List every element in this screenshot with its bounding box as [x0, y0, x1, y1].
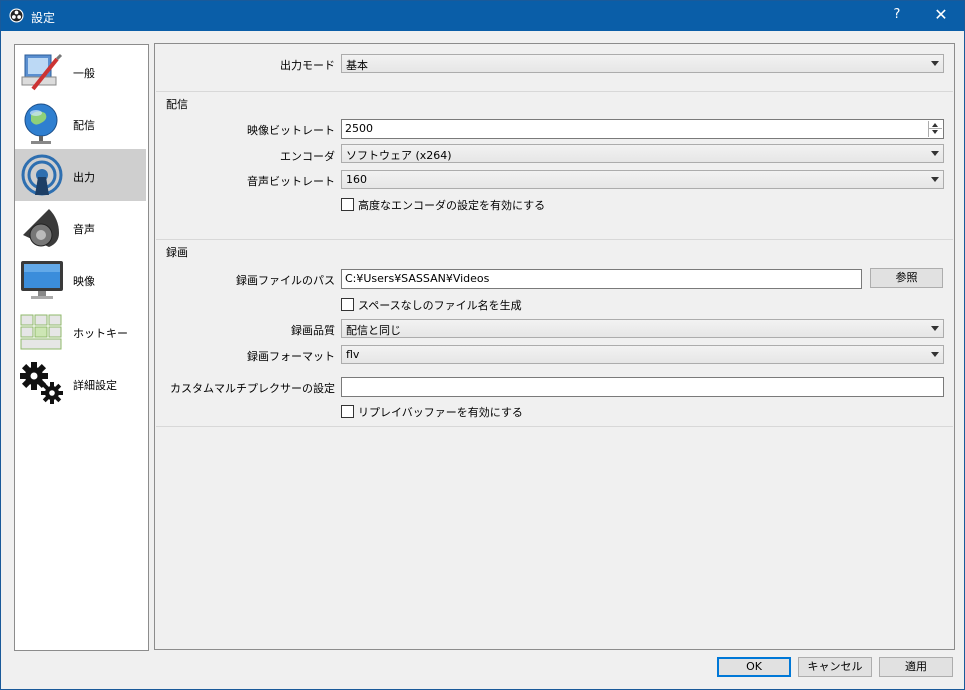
- sidebar-item-output[interactable]: 出力: [15, 149, 146, 201]
- recording-group-bottom-divider: [156, 426, 953, 427]
- video-bitrate-label: 映像ビットレート: [247, 124, 335, 137]
- recording-group-title: 録画: [166, 246, 188, 259]
- spinner-arrows-icon[interactable]: [928, 121, 942, 137]
- monitor-icon: [21, 261, 63, 299]
- ok-button[interactable]: OK: [717, 657, 791, 677]
- replay-buffer-checkbox[interactable]: リプレイバッファーを有効にする: [341, 404, 523, 420]
- output-mode-label: 出力モード: [280, 59, 335, 72]
- recording-path-value: C:¥Users¥SASSAN¥Videos: [345, 272, 490, 285]
- chevron-down-icon: [931, 177, 939, 182]
- sidebar-item-label: 一般: [73, 67, 95, 80]
- audio-bitrate-select[interactable]: 160: [341, 170, 944, 189]
- chevron-down-icon: [931, 326, 939, 331]
- stream-globe-icon: [24, 103, 58, 144]
- audio-bitrate-value: 160: [346, 173, 367, 186]
- sidebar-item-label: ホットキー: [73, 327, 128, 340]
- no-space-filename-label: スペースなしのファイル名を生成: [358, 299, 522, 312]
- advanced-encoder-label: 高度なエンコーダの設定を有効にする: [358, 199, 546, 212]
- no-space-filename-checkbox[interactable]: スペースなしのファイル名を生成: [341, 297, 522, 313]
- browse-button[interactable]: 参照: [870, 268, 943, 288]
- recording-path-label: 録画ファイルのパス: [236, 274, 335, 287]
- chevron-down-icon: [931, 151, 939, 156]
- recording-format-label: 録画フォーマット: [247, 350, 335, 363]
- sidebar-item-video[interactable]: 映像: [15, 253, 146, 305]
- output-mode-value: 基本: [346, 59, 368, 72]
- gears-icon: [20, 362, 63, 404]
- apply-button[interactable]: 適用: [879, 657, 953, 677]
- recording-format-select[interactable]: flv: [341, 345, 944, 364]
- general-icon: [21, 53, 63, 91]
- recording-path-input[interactable]: C:¥Users¥SASSAN¥Videos: [341, 269, 862, 289]
- encoder-value: ソフトウェア (x264): [346, 149, 452, 162]
- help-button[interactable]: ?: [885, 7, 909, 25]
- sidebar-item-hotkeys[interactable]: ホットキー: [15, 305, 146, 357]
- obs-app-icon: [9, 8, 24, 23]
- sidebar-item-stream[interactable]: 配信: [15, 97, 146, 149]
- audio-bitrate-label: 音声ビットレート: [247, 175, 335, 188]
- settings-window: 設定 ? ✕ 一般 配信 出力 音声 映像 ホットキー 詳細設定 出力モード 基…: [0, 0, 965, 690]
- sidebar-item-label: 配信: [73, 119, 95, 132]
- chevron-down-icon: [931, 61, 939, 66]
- checkbox-box[interactable]: [341, 405, 354, 418]
- recording-format-value: flv: [346, 348, 360, 361]
- encoder-label: エンコーダ: [280, 150, 335, 163]
- speaker-icon: [23, 209, 59, 247]
- recording-quality-value: 配信と同じ: [346, 324, 401, 337]
- sidebar-item-general[interactable]: 一般: [15, 45, 146, 97]
- streaming-group: 配信: [156, 91, 953, 238]
- output-settings-panel: 出力モード 基本 配信 映像ビットレート 2500 エンコーダ ソフトウェア (…: [154, 43, 955, 650]
- recording-quality-label: 録画品質: [291, 324, 335, 337]
- title-bar: 設定 ? ✕: [1, 1, 964, 31]
- settings-sidebar: 一般 配信 出力 音声 映像 ホットキー 詳細設定: [14, 44, 149, 651]
- recording-quality-select[interactable]: 配信と同じ: [341, 319, 944, 338]
- window-title: 設定: [31, 11, 56, 25]
- sidebar-item-label: 出力: [73, 171, 95, 184]
- sidebar-item-audio[interactable]: 音声: [15, 201, 146, 253]
- video-bitrate-value: 2500: [345, 122, 373, 135]
- sidebar-item-label: 映像: [73, 275, 95, 288]
- checkbox-box[interactable]: [341, 198, 354, 211]
- checkbox-box[interactable]: [341, 298, 354, 311]
- cancel-button[interactable]: キャンセル: [798, 657, 872, 677]
- output-mode-select[interactable]: 基本: [341, 54, 944, 73]
- muxer-settings-label: カスタムマルチプレクサーの設定: [170, 382, 335, 395]
- keyboard-icon: [20, 314, 62, 350]
- encoder-select[interactable]: ソフトウェア (x264): [341, 144, 944, 163]
- replay-buffer-label: リプレイバッファーを有効にする: [358, 406, 523, 419]
- sidebar-item-label: 詳細設定: [73, 379, 117, 392]
- advanced-encoder-checkbox[interactable]: 高度なエンコーダの設定を有効にする: [341, 197, 545, 213]
- streaming-group-title: 配信: [166, 98, 188, 111]
- close-button[interactable]: ✕: [927, 5, 955, 27]
- output-antenna-icon: [21, 154, 63, 196]
- video-bitrate-input[interactable]: 2500: [341, 119, 944, 139]
- chevron-down-icon: [931, 352, 939, 357]
- muxer-settings-input[interactable]: [341, 377, 944, 397]
- sidebar-item-label: 音声: [73, 223, 95, 236]
- sidebar-item-advanced[interactable]: 詳細設定: [15, 357, 146, 409]
